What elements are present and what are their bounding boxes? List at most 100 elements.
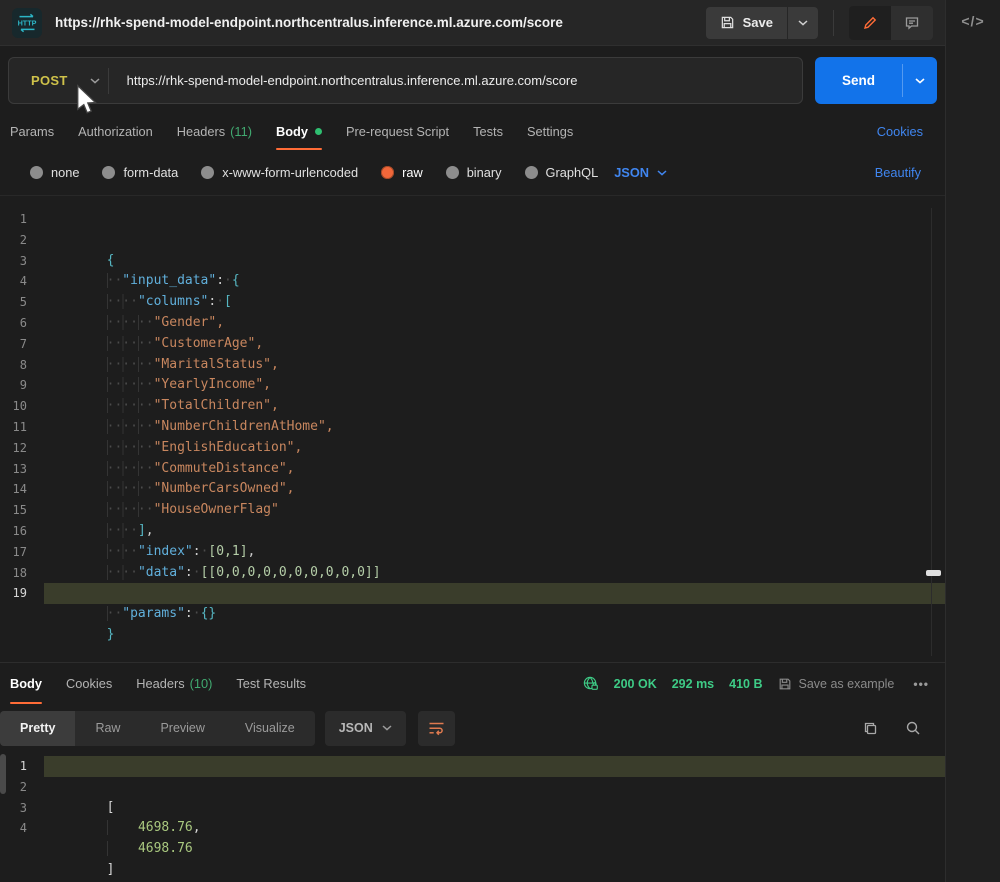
request-tab[interactable]: Authorization: [78, 112, 153, 150]
line-number: 6: [0, 313, 44, 334]
line-number: 1: [0, 209, 44, 230]
code-token: ]: [107, 862, 115, 877]
comment-button[interactable]: [891, 6, 933, 40]
response-body-editor[interactable]: 1 [ 2 4698.76, 3 4698.76 4: [0, 752, 945, 882]
request-url-row: POST https://rhk-spend-model-endpoint.no…: [8, 57, 937, 104]
body-type-option[interactable]: GraphQL: [525, 165, 599, 180]
body-type-option[interactable]: x-www-form-urlencoded: [201, 165, 358, 180]
edit-button[interactable]: [849, 6, 891, 40]
request-tab[interactable]: Headers (11): [177, 112, 252, 150]
body-type-option[interactable]: raw: [381, 165, 423, 180]
save-options-button[interactable]: [788, 7, 818, 39]
response-view-button[interactable]: Raw: [75, 711, 140, 746]
code-line: 16 ····"data":·[[0,0,0,0,0,0,0,0,0,0]]: [0, 521, 945, 542]
divider: [833, 10, 834, 36]
code-token: }: [107, 627, 115, 642]
send-options-button[interactable]: [903, 57, 937, 104]
cookies-link[interactable]: Cookies: [877, 124, 923, 139]
code-token: 4698.76: [138, 841, 193, 856]
code-line: 8 ······"TotalChildren",: [0, 355, 945, 376]
line-number: 15: [0, 500, 44, 521]
line-number: 17: [0, 542, 44, 563]
response-tab[interactable]: Body: [10, 663, 42, 704]
response-language-dropdown[interactable]: JSON: [325, 711, 406, 746]
radio-label: x-www-form-urlencoded: [222, 165, 358, 180]
tab-label: Authorization: [78, 124, 153, 139]
body-type-options: none form-data x-www-form-urlencoded raw: [30, 165, 598, 180]
network-globe-lock-icon: [582, 675, 599, 692]
line-number: 8: [0, 355, 44, 376]
status-badge[interactable]: 200 OK: [614, 677, 657, 691]
request-body-editor[interactable]: 1 { 2 ··"input_data":·{ 3 ····"columns":…: [0, 200, 945, 662]
line-number: 18: [0, 563, 44, 584]
save-icon: [720, 15, 735, 30]
body-type-option[interactable]: none: [30, 165, 79, 180]
code-line: 2 ··"input_data":·{: [0, 230, 945, 251]
tab-label: Params: [10, 124, 54, 139]
url-input[interactable]: https://rhk-spend-model-endpoint.northce…: [113, 73, 578, 88]
copy-button[interactable]: [863, 721, 878, 736]
code-content: ··},: [44, 542, 945, 563]
request-tab[interactable]: Tests: [473, 112, 503, 150]
line-number: 3: [0, 798, 44, 819]
request-tab[interactable]: Body: [276, 112, 322, 150]
code-content: }: [44, 583, 945, 604]
topbar-actions: Save: [706, 6, 933, 40]
method-selector[interactable]: POST: [9, 73, 90, 88]
language-label: JSON: [614, 165, 649, 180]
response-view-button[interactable]: Pretty: [0, 711, 75, 746]
line-number: 4: [0, 271, 44, 292]
response-scrollbar-thumb[interactable]: [0, 754, 6, 794]
radio-label: form-data: [123, 165, 178, 180]
send-button[interactable]: Send: [815, 57, 902, 104]
line-number: 16: [0, 521, 44, 542]
body-language-dropdown[interactable]: JSON: [614, 165, 667, 180]
comment-icon: [904, 15, 920, 31]
body-type-option[interactable]: binary: [446, 165, 502, 180]
body-type-option[interactable]: form-data: [102, 165, 178, 180]
tab-count: (10): [190, 676, 213, 691]
response-time[interactable]: 292 ms: [672, 677, 714, 691]
tab-label: Headers: [136, 676, 184, 691]
response-tab[interactable]: Cookies: [66, 663, 112, 704]
code-content: ······"MaritalStatus",: [44, 313, 945, 334]
response-view-button[interactable]: Preview: [140, 711, 224, 746]
save-as-example-button[interactable]: Save as example: [778, 677, 895, 691]
request-tabs: Params Authorization Headers (11): [10, 112, 573, 150]
wrap-text-button[interactable]: [418, 711, 455, 746]
response-tab[interactable]: Test Results: [236, 663, 306, 704]
radio-icon: [30, 166, 43, 179]
right-sidebar: </>: [945, 0, 1000, 882]
code-snippet-icon[interactable]: </>: [961, 13, 984, 882]
code-content: ····],: [44, 479, 945, 500]
save-as-example-label: Save as example: [799, 677, 895, 691]
code-line: 11 ······"CommuteDistance",: [0, 417, 945, 438]
code-line: 15 ····"index":·[0,1],: [0, 500, 945, 521]
code-content: ······"NumberCarsOwned",: [44, 438, 945, 459]
more-options-button[interactable]: •••: [913, 677, 929, 691]
save-button[interactable]: Save: [706, 7, 787, 39]
tab-label: Cookies: [66, 676, 112, 691]
code-token: :: [185, 606, 193, 621]
request-tab[interactable]: Settings: [527, 112, 573, 150]
radio-label: binary: [467, 165, 502, 180]
radio-label: GraphQL: [546, 165, 599, 180]
editor-scrollbar-thumb[interactable]: [926, 570, 941, 576]
copy-icon: [863, 721, 878, 736]
code-line: 4 ]: [0, 818, 945, 839]
http-request-icon: HTTP: [12, 8, 42, 38]
request-tab[interactable]: Params: [10, 112, 54, 150]
response-tools: [863, 720, 945, 736]
response-tab[interactable]: Headers (10): [136, 663, 212, 704]
wrap-text-icon: [428, 721, 445, 736]
search-button[interactable]: [905, 720, 921, 736]
response-size[interactable]: 410 B: [729, 677, 762, 691]
chevron-down-icon[interactable]: [90, 78, 100, 84]
code-line: 19 }: [0, 583, 945, 604]
beautify-link[interactable]: Beautify: [875, 165, 921, 180]
response-view-button[interactable]: Visualize: [225, 711, 315, 746]
line-number: 3: [0, 251, 44, 272]
request-tab[interactable]: Pre-request Script: [346, 112, 449, 150]
request-title: https://rhk-spend-model-endpoint.northce…: [55, 15, 706, 30]
radio-icon: [201, 166, 214, 179]
